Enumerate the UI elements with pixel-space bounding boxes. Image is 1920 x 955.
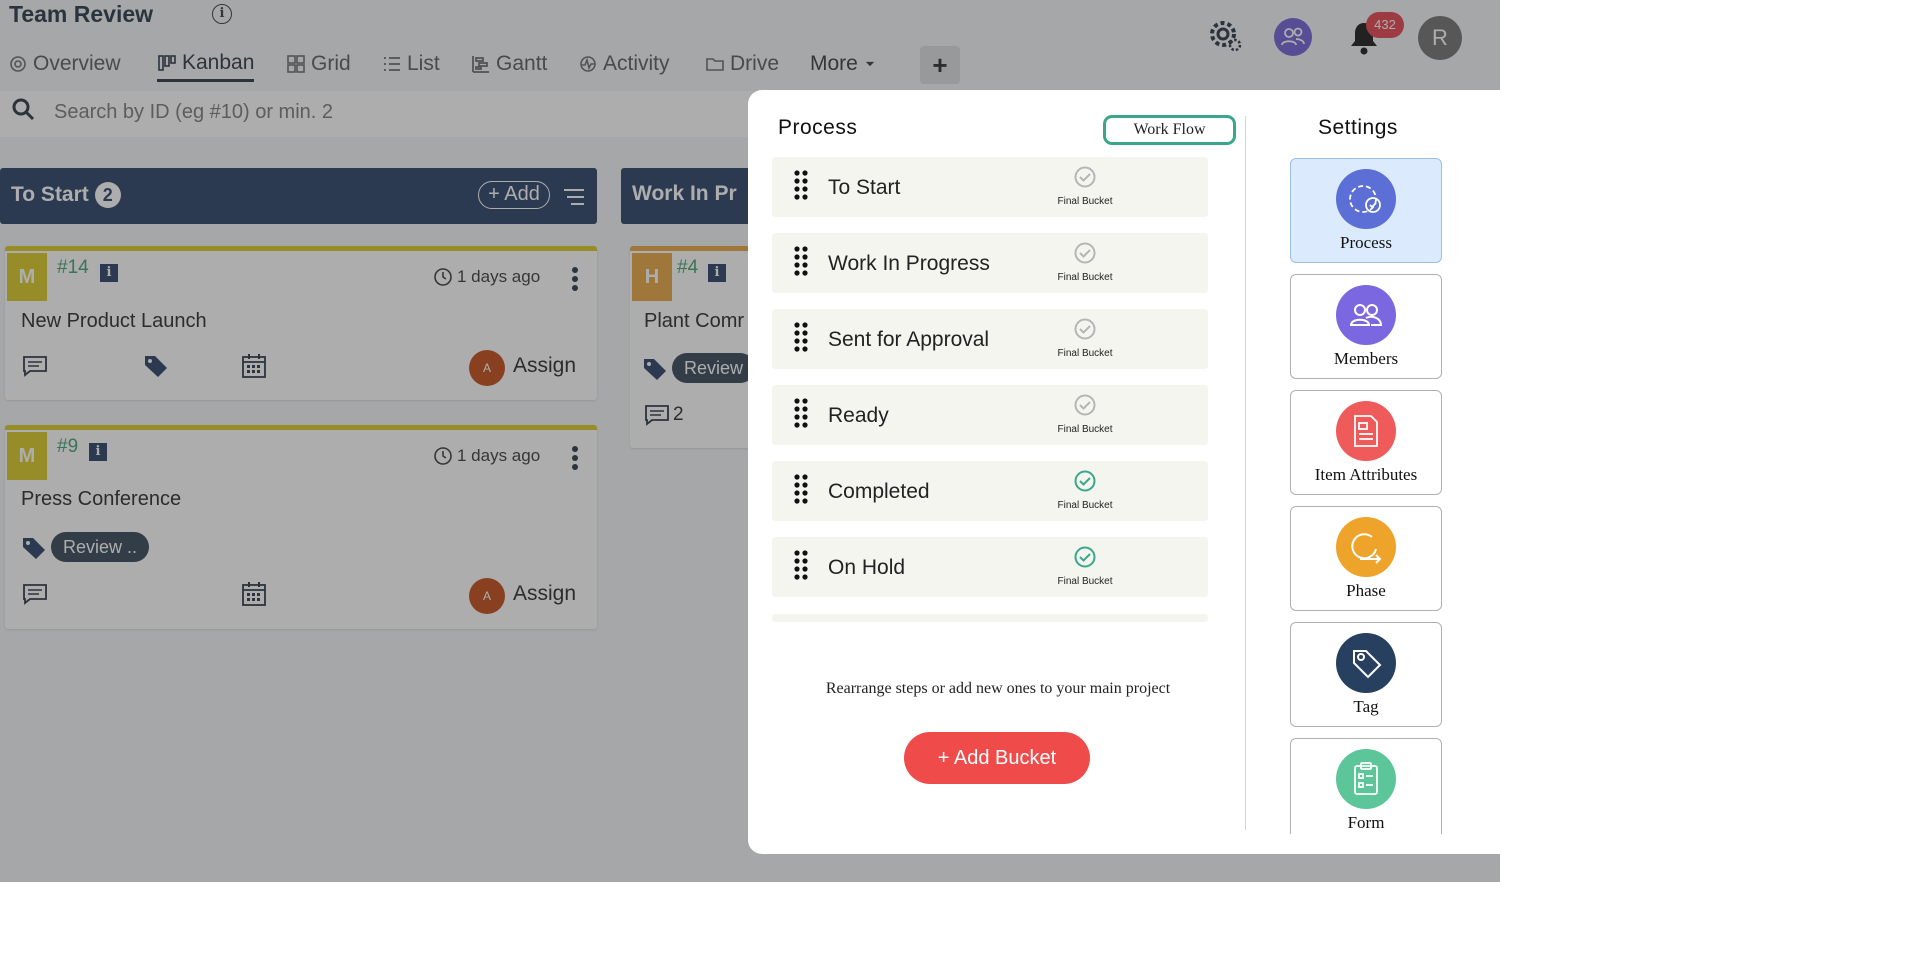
settings-form[interactable]: Form [1290, 738, 1442, 834]
phase-icon [1336, 517, 1396, 577]
settings-process[interactable]: Process [1290, 158, 1442, 263]
settings-list: Process Members Item Attributes Phase Ta… [748, 158, 1500, 834]
workflow-settings-modal: Process Work Flow To Start Final Bucket Wo… [748, 90, 1500, 854]
settings-label: Phase [1346, 581, 1386, 600]
settings-phase[interactable]: Phase [1290, 506, 1442, 611]
settings-label: Item Attributes [1314, 465, 1418, 484]
workflow-button[interactable]: Work Flow [1103, 115, 1236, 145]
settings-label: Members [1333, 349, 1399, 368]
settings-label: Process [1340, 233, 1392, 252]
settings-title: Settings [1318, 116, 1398, 139]
form-icon [1336, 749, 1396, 809]
settings-label: Tag [1353, 697, 1379, 716]
settings-label: Form [1347, 813, 1385, 832]
app-window: Team Review i Overview Kanban Grid List … [0, 0, 1500, 882]
settings-item-attributes[interactable]: Item Attributes [1290, 390, 1442, 495]
process-title: Process [778, 116, 858, 139]
members-icon [1336, 285, 1396, 345]
settings-members[interactable]: Members [1290, 274, 1442, 379]
tag-icon [1336, 633, 1396, 693]
process-icon [1336, 169, 1396, 229]
settings-tag[interactable]: Tag [1290, 622, 1442, 727]
item-attributes-icon [1336, 401, 1396, 461]
